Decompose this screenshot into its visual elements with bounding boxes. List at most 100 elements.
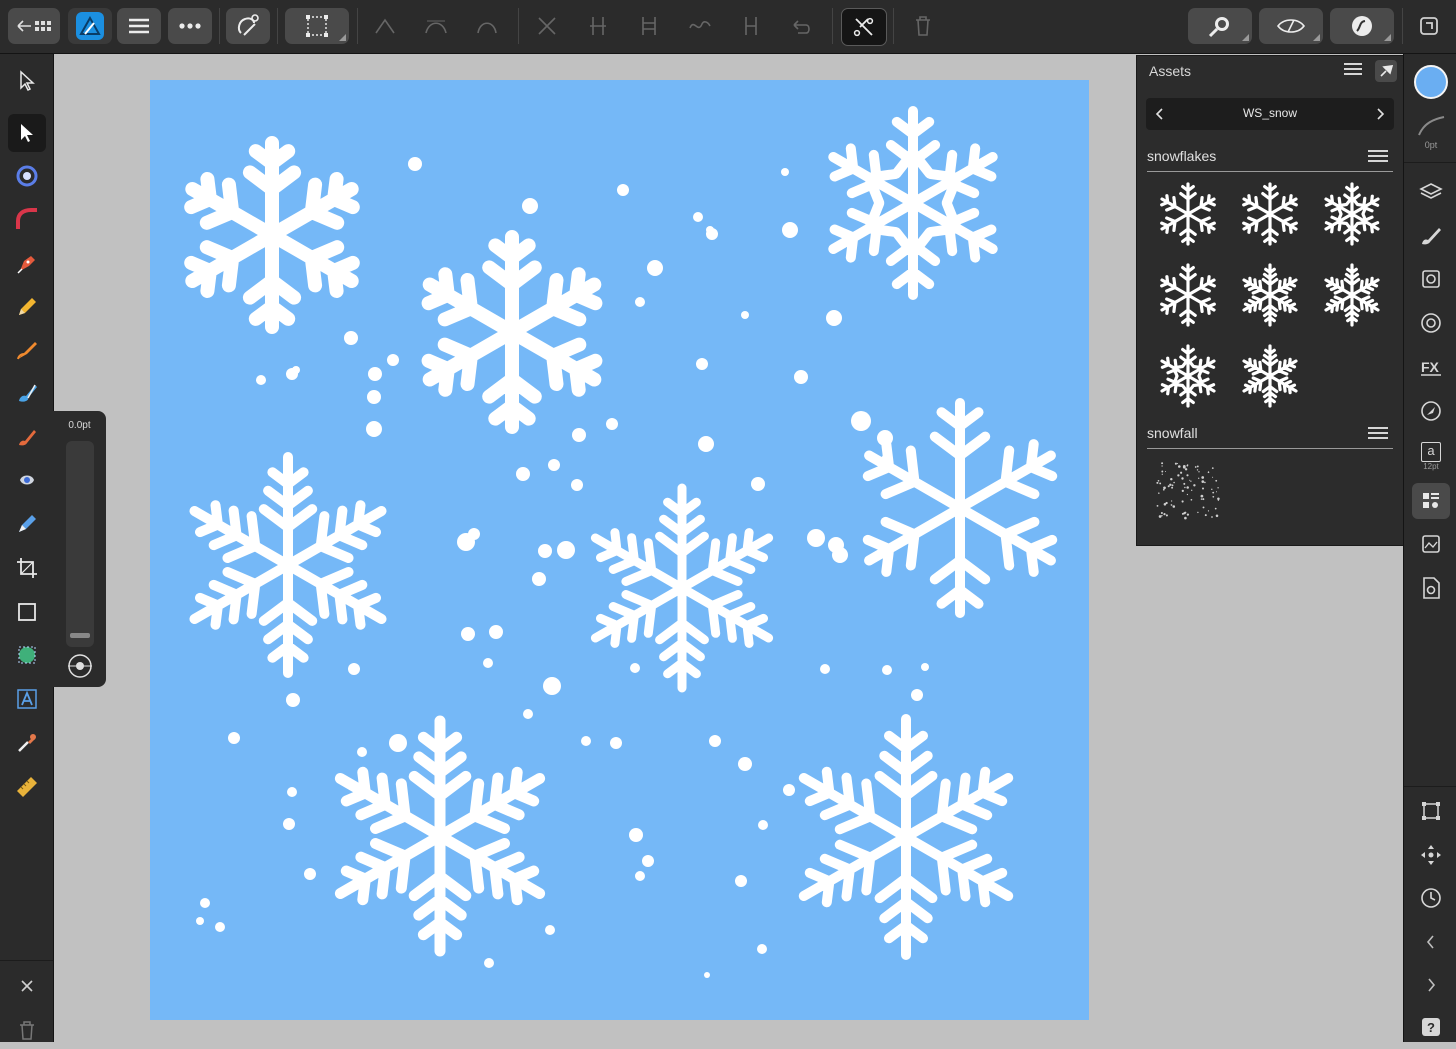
node-smooth-button[interactable] xyxy=(416,8,456,44)
text-studio-button[interactable]: a 12pt xyxy=(1412,436,1450,476)
snow-dot xyxy=(882,665,892,675)
stroke-width-readout: 0pt xyxy=(1424,139,1438,150)
artboard[interactable] xyxy=(150,80,1089,1020)
stock-icon xyxy=(1422,535,1440,553)
stroke-pressure-button[interactable] xyxy=(67,653,93,679)
asset-snowflake[interactable] xyxy=(1311,174,1393,255)
help-button[interactable]: ? xyxy=(1412,1009,1450,1045)
close-button[interactable] xyxy=(8,967,46,1005)
snowflake-center xyxy=(951,499,969,517)
vector-brush-tool[interactable] xyxy=(8,331,46,369)
fullscreen-button[interactable] xyxy=(1409,8,1449,44)
layers-studio-button[interactable] xyxy=(1412,174,1450,210)
navigator-icon xyxy=(1421,401,1441,421)
brushes-studio-button[interactable] xyxy=(1412,217,1450,253)
delete-button[interactable] xyxy=(903,8,943,44)
transform-mode-button[interactable] xyxy=(285,8,349,44)
move-studio-button[interactable] xyxy=(1412,837,1450,873)
persona-button[interactable] xyxy=(68,8,112,44)
corner-tool[interactable] xyxy=(8,200,46,238)
stock-studio-button[interactable] xyxy=(1412,526,1450,562)
history-studio-button[interactable] xyxy=(1412,880,1450,916)
align-nodes-button[interactable] xyxy=(578,8,618,44)
color-picker-tool[interactable] xyxy=(8,724,46,762)
svg-text:FX: FX xyxy=(1421,359,1440,375)
next-set-button[interactable] xyxy=(1372,105,1388,123)
collapse-right-button[interactable] xyxy=(1412,967,1450,1003)
distribute-nodes-button[interactable] xyxy=(629,8,669,44)
previous-set-button[interactable] xyxy=(1152,105,1168,123)
pencil-tool[interactable] xyxy=(8,288,46,326)
document-menu-button[interactable] xyxy=(117,8,161,44)
fill-tool[interactable] xyxy=(8,374,46,412)
snow-dot xyxy=(489,625,503,639)
document-settings-button[interactable] xyxy=(1412,570,1450,606)
snow-dot xyxy=(572,428,586,442)
shape-tool[interactable] xyxy=(8,636,46,674)
snowflake-thumbnail xyxy=(1242,263,1298,327)
navigator-studio-button[interactable] xyxy=(1412,393,1450,429)
asset-snowflake[interactable] xyxy=(1147,255,1229,336)
contour-button[interactable] xyxy=(841,8,887,46)
pixel-tool[interactable] xyxy=(8,505,46,543)
effects-studio-button[interactable]: FX xyxy=(1412,349,1450,385)
snow-dot xyxy=(304,868,316,880)
fill-color-swatch[interactable] xyxy=(1412,62,1450,102)
transform-studio-button[interactable] xyxy=(1412,793,1450,829)
stroke-width-handle[interactable] xyxy=(70,633,90,638)
asset-set-selector[interactable]: WS_snow xyxy=(1146,98,1394,130)
reverse-curve-button[interactable] xyxy=(731,8,771,44)
paint-brush-tool[interactable] xyxy=(8,418,46,456)
crop-tool[interactable] xyxy=(8,549,46,587)
snow-dot xyxy=(548,459,560,471)
text-tool[interactable] xyxy=(8,680,46,718)
view-mode-button[interactable] xyxy=(1259,8,1323,44)
asset-snowfall[interactable] xyxy=(1153,458,1223,524)
node-sharp-button[interactable] xyxy=(365,8,405,44)
stroke-swatch[interactable]: 0pt xyxy=(1412,108,1450,154)
assets-studio-button[interactable] xyxy=(1412,483,1450,519)
menu-icon xyxy=(1344,63,1362,75)
close-curve-button[interactable] xyxy=(782,8,822,44)
measure-tool-icon xyxy=(17,777,37,797)
rectangle-tool[interactable] xyxy=(8,593,46,631)
asset-snowflake[interactable] xyxy=(1311,255,1393,336)
assets-menu-button[interactable] xyxy=(1343,61,1367,83)
snapping-button[interactable] xyxy=(226,8,270,44)
asset-snowflake[interactable] xyxy=(1229,255,1311,336)
edit-mode-button[interactable] xyxy=(1330,8,1394,44)
back-to-gallery-icon xyxy=(17,20,51,32)
category-menu-button[interactable] xyxy=(1367,148,1391,166)
category-menu-button[interactable] xyxy=(1367,425,1391,443)
pen-tool-icon xyxy=(17,256,35,274)
stroke-width-track[interactable] xyxy=(66,441,94,647)
break-curve-button[interactable] xyxy=(527,8,567,44)
asset-snowflake[interactable] xyxy=(1229,336,1311,417)
move-tool[interactable] xyxy=(8,62,46,100)
pixel-tool-icon xyxy=(19,515,36,532)
erase-brush-tool[interactable] xyxy=(8,461,46,499)
back-to-gallery-button[interactable] xyxy=(8,8,60,44)
zoom-button[interactable] xyxy=(1188,8,1252,44)
pen-tool[interactable] xyxy=(8,244,46,282)
styles-studio-button[interactable] xyxy=(1412,261,1450,297)
measure-tool[interactable] xyxy=(8,768,46,806)
assets-panel-title: Assets xyxy=(1149,63,1192,79)
trash-button[interactable] xyxy=(8,1011,46,1049)
more-button[interactable] xyxy=(168,8,212,44)
category-divider xyxy=(1147,448,1393,449)
collapse-left-button[interactable] xyxy=(1412,924,1450,960)
snowflake-thumbnail xyxy=(1160,263,1216,327)
snow-dot xyxy=(832,547,848,563)
asset-snowflake[interactable] xyxy=(1147,174,1229,255)
category-divider xyxy=(1147,171,1393,172)
asset-snowflake[interactable] xyxy=(1147,336,1229,417)
snow-dot xyxy=(751,477,765,491)
appearance-studio-button[interactable] xyxy=(1412,305,1450,341)
asset-snowflake[interactable] xyxy=(1229,174,1311,255)
node-tool[interactable] xyxy=(8,114,46,152)
node-smart-button[interactable] xyxy=(467,8,507,44)
point-transform-tool[interactable] xyxy=(8,157,46,195)
pin-panel-button[interactable] xyxy=(1375,60,1397,82)
convert-button[interactable] xyxy=(680,8,720,44)
